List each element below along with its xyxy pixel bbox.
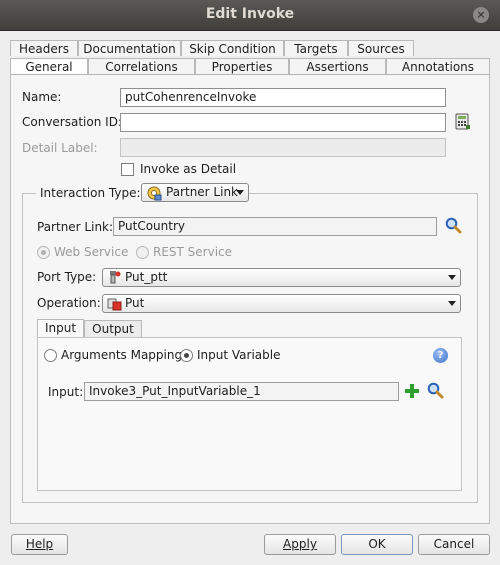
search-icon[interactable] [427,382,444,399]
arguments-mapping-label: Arguments Mapping [61,348,183,362]
input-variable-label: Input Variable [197,348,281,362]
tab-headers[interactable]: Headers [10,40,78,56]
title-bar: Edit Invoke × [0,0,500,31]
interaction-type-combo[interactable]: Partner Link [141,183,249,202]
help-icon[interactable]: ? [433,348,448,363]
ok-button[interactable]: OK [341,534,413,555]
tab-properties[interactable]: Properties [195,58,289,74]
tab-general[interactable]: General [10,58,88,75]
conversation-id-field[interactable] [120,113,446,132]
input-variable-field[interactable]: Invoke3_Put_InputVariable_1 [84,382,399,401]
operation-label: Operation: [37,296,101,310]
search-icon[interactable] [445,217,462,234]
help-button[interactable]: Help [11,534,68,555]
invoke-as-detail-label: Invoke as Detail [140,162,237,176]
help-button-label: Help [25,537,54,551]
operation-value: Put [125,296,145,310]
detail-label-label: Detail Label: [22,141,98,155]
apply-button-label: Apply [283,537,317,551]
tab-input[interactable]: Input [37,319,84,337]
web-service-label: Web Service [54,245,129,259]
chevron-down-icon [236,190,244,195]
input-label: Input: [48,385,84,399]
port-type-combo[interactable]: Put_ptt [102,268,461,287]
partner-link-field[interactable]: PutCountry [113,217,437,236]
operation-icon [107,297,122,311]
cancel-button[interactable]: Cancel [418,534,490,555]
partner-link-icon [146,185,162,201]
invoke-as-detail-checkbox[interactable] [121,163,134,176]
close-icon[interactable]: × [473,7,489,23]
chevron-down-icon [448,301,456,306]
arguments-mapping-radio[interactable] [44,349,57,362]
detail-label-field [120,138,446,157]
dialog-title: Edit Invoke [205,6,295,22]
tab-annotations[interactable]: Annotations [386,58,490,74]
tab-documentation[interactable]: Documentation [78,40,181,56]
chevron-down-icon [448,275,456,280]
calculator-icon[interactable] [455,113,471,130]
name-label: Name: [22,90,62,104]
tab-sources[interactable]: Sources [348,40,414,56]
interaction-type-label: Interaction Type: [36,186,145,200]
rest-service-radio [136,246,149,259]
name-field[interactable]: putCohenrenceInvoke [120,88,446,107]
tab-skip-condition[interactable]: Skip Condition [181,40,284,56]
tab-targets[interactable]: Targets [284,40,348,56]
web-service-radio [37,246,50,259]
tab-correlations[interactable]: Correlations [88,58,195,74]
rest-service-label: REST Service [153,245,233,259]
add-icon[interactable] [404,383,420,399]
edit-invoke-dialog: Edit Invoke × Headers Documentation Skip… [0,0,500,565]
conversation-id-label: Conversation ID: [22,115,122,129]
port-type-value: Put_ptt [125,270,168,284]
tab-assertions[interactable]: Assertions [289,58,386,74]
port-type-icon [107,270,122,285]
apply-button[interactable]: Apply [264,534,336,555]
operation-combo[interactable]: Put [102,294,461,313]
interaction-type-value: Partner Link [166,185,238,199]
partner-link-label: Partner Link: [37,220,114,234]
port-type-label: Port Type: [37,270,97,284]
tab-output[interactable]: Output [84,320,142,337]
input-variable-radio[interactable] [180,349,193,362]
